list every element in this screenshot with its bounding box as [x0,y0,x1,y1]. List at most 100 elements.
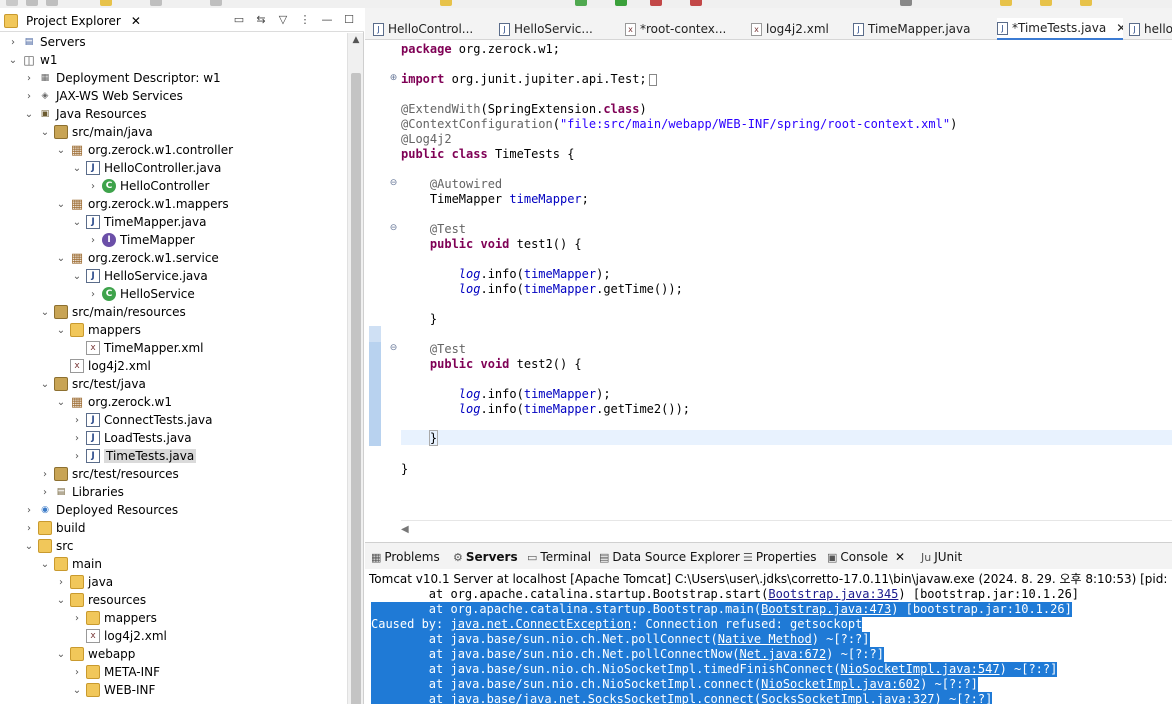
fold-expand-icon[interactable]: ⊕ [389,74,398,83]
scroll-thumb[interactable] [351,73,361,704]
chevron-right-icon[interactable]: › [24,519,34,537]
tree-item[interactable]: › I TimeMapper [88,231,195,249]
close-icon[interactable]: ✕ [131,14,141,28]
external-tools-icon[interactable] [650,0,662,6]
chevron-right-icon[interactable]: › [56,573,66,591]
back-icon[interactable] [1040,0,1052,6]
console-link[interactable]: Bootstrap.java:473 [761,602,891,616]
tree-item[interactable]: › src/test/resources [40,465,179,483]
console-link[interactable]: Net.java:672 [739,647,826,661]
chevron-down-icon[interactable]: ⌄ [56,645,66,663]
chevron-down-icon[interactable]: ⌄ [40,375,50,393]
tree-item[interactable]: ⌄ ▦ org.zerock.w1.mappers [56,195,229,213]
editor-tab[interactable]: Jhello [1129,18,1172,40]
chevron-right-icon[interactable]: › [72,411,82,429]
maximize-icon[interactable]: ☐ [342,12,356,26]
print-icon[interactable] [150,0,162,6]
tree-item[interactable]: ⌄ src [24,537,74,555]
chevron-right-icon[interactable]: › [40,483,50,501]
tree-item[interactable]: › J TimeTests.java [72,447,197,465]
view-tab[interactable]: ▭ Terminal [527,548,591,566]
tree-item[interactable]: ⌄ main [40,555,102,573]
chevron-right-icon[interactable]: › [72,663,82,681]
chevron-down-icon[interactable]: ⌄ [24,537,34,555]
coverage-icon[interactable] [690,0,702,6]
chevron-down-icon[interactable]: ⌄ [56,195,66,213]
tree-item[interactable]: ⌄ src/test/java [40,375,146,393]
view-menu-icon[interactable]: ⋮ [298,12,312,26]
next-annotation-icon[interactable] [1000,0,1012,6]
editor-tab[interactable]: x log4j2.xml [751,18,847,40]
tree-item[interactable]: ⌄ ▦ org.zerock.w1 [56,393,172,411]
tree-item[interactable]: › java [56,573,113,591]
toggle-icon[interactable] [210,0,222,6]
tree-item[interactable]: x TimeMapper.xml [72,339,203,357]
project-explorer-tab[interactable]: Project Explorer ✕ [4,11,141,30]
debug-icon[interactable] [575,0,587,6]
tree-item[interactable]: › C HelloController [88,177,209,195]
chevron-right-icon[interactable]: › [24,501,34,519]
tree-item[interactable]: › ▦ Deployment Descriptor: w1 [24,69,221,87]
tree-item[interactable]: ⌄ J TimeMapper.java [72,213,206,231]
java-editor[interactable]: ⊕ ⊖ ⊖ ⊖ package org.zerock.w1; import or… [365,40,1172,542]
console-link[interactable]: SocksSocketImpl.java:327 [761,692,934,704]
tree-item[interactable]: ⌄ src/main/java [40,123,153,141]
fold-collapse-icon[interactable]: ⊖ [389,344,398,353]
tree-item[interactable]: ⌄ ▣ Java Resources [24,105,147,123]
fold-collapse-icon[interactable]: ⊖ [389,224,398,233]
collapse-all-icon[interactable]: ▭ [232,12,246,26]
run-icon[interactable] [615,0,627,6]
tree-item[interactable]: ⌄ WEB-INF [72,681,155,699]
view-tab[interactable]: Ju JUnit [921,548,962,566]
chevron-down-icon[interactable]: ⌄ [56,141,66,159]
new-icon[interactable] [6,0,18,6]
tree-item[interactable]: › J LoadTests.java [72,429,192,447]
tree-item[interactable]: › ▤ Servers [8,33,86,51]
chevron-down-icon[interactable]: ⌄ [72,681,82,699]
chevron-right-icon[interactable]: › [88,231,98,249]
chevron-down-icon[interactable]: ⌄ [8,51,18,69]
chevron-right-icon[interactable]: › [72,609,82,627]
forward-icon[interactable] [1080,0,1092,6]
tree-item[interactable]: ⌄ ▦ org.zerock.w1.service [56,249,219,267]
console-output[interactable]: at org.apache.catalina.startup.Bootstrap… [365,587,1172,704]
scroll-up-icon[interactable]: ▲ [348,35,364,49]
console-link[interactable]: java.net.ConnectException [450,617,631,631]
tree-item[interactable]: ⌄ J HelloService.java [72,267,208,285]
chevron-down-icon[interactable]: ⌄ [72,267,82,285]
console-link[interactable]: NioSocketImpl.java:602 [761,677,920,691]
chevron-down-icon[interactable]: ⌄ [40,555,50,573]
tree-item[interactable]: › ▤ Libraries [40,483,124,501]
editor-tab[interactable]: J *TimeTests.java ✕ [997,18,1123,40]
chevron-down-icon[interactable]: ⌄ [72,159,82,177]
chevron-down-icon[interactable]: ⌄ [56,321,66,339]
editor-horizontal-scrollbar[interactable]: ◀ [401,520,1172,540]
tree-item[interactable]: ⌄ mappers [56,321,141,339]
fold-collapse-icon[interactable]: ⊖ [389,179,398,188]
chevron-down-icon[interactable]: ⌄ [56,393,66,411]
explorer-vertical-scrollbar[interactable]: ▲ [347,33,363,704]
filter-icon[interactable]: ▽ [276,12,290,26]
tree-item[interactable]: › META-INF [72,663,160,681]
chevron-right-icon[interactable]: › [24,69,34,87]
tree-item[interactable]: › J ConnectTests.java [72,411,212,429]
chevron-down-icon[interactable]: ⌄ [72,213,82,231]
console-link[interactable]: Bootstrap.java:345 [768,587,898,601]
save-all-icon[interactable] [46,0,58,6]
chevron-down-icon[interactable]: ⌄ [40,123,50,141]
view-tab[interactable]: ▤ Data Source Explorer [599,548,740,566]
link-with-editor-icon[interactable]: ⇆ [254,12,268,26]
edit-icon[interactable] [440,0,452,6]
editor-tab[interactable]: x *root-contex... [625,18,745,40]
chevron-down-icon[interactable]: ⌄ [56,249,66,267]
chevron-down-icon[interactable]: ⌄ [56,591,66,609]
tree-item[interactable]: › ◉ Deployed Resources [24,501,178,519]
tree-item[interactable]: x log4j2.xml [56,357,151,375]
tree-item[interactable]: ⌄ ▦ org.zerock.w1.controller [56,141,233,159]
chevron-right-icon[interactable]: › [88,285,98,303]
code-area[interactable]: package org.zerock.w1; import org.junit.… [401,40,1172,520]
tree-item[interactable]: ⌄ webapp [56,645,135,663]
editor-tab[interactable]: J HelloControl... [373,18,493,40]
folded-indicator[interactable] [648,73,657,86]
undo-icon[interactable] [100,0,112,6]
